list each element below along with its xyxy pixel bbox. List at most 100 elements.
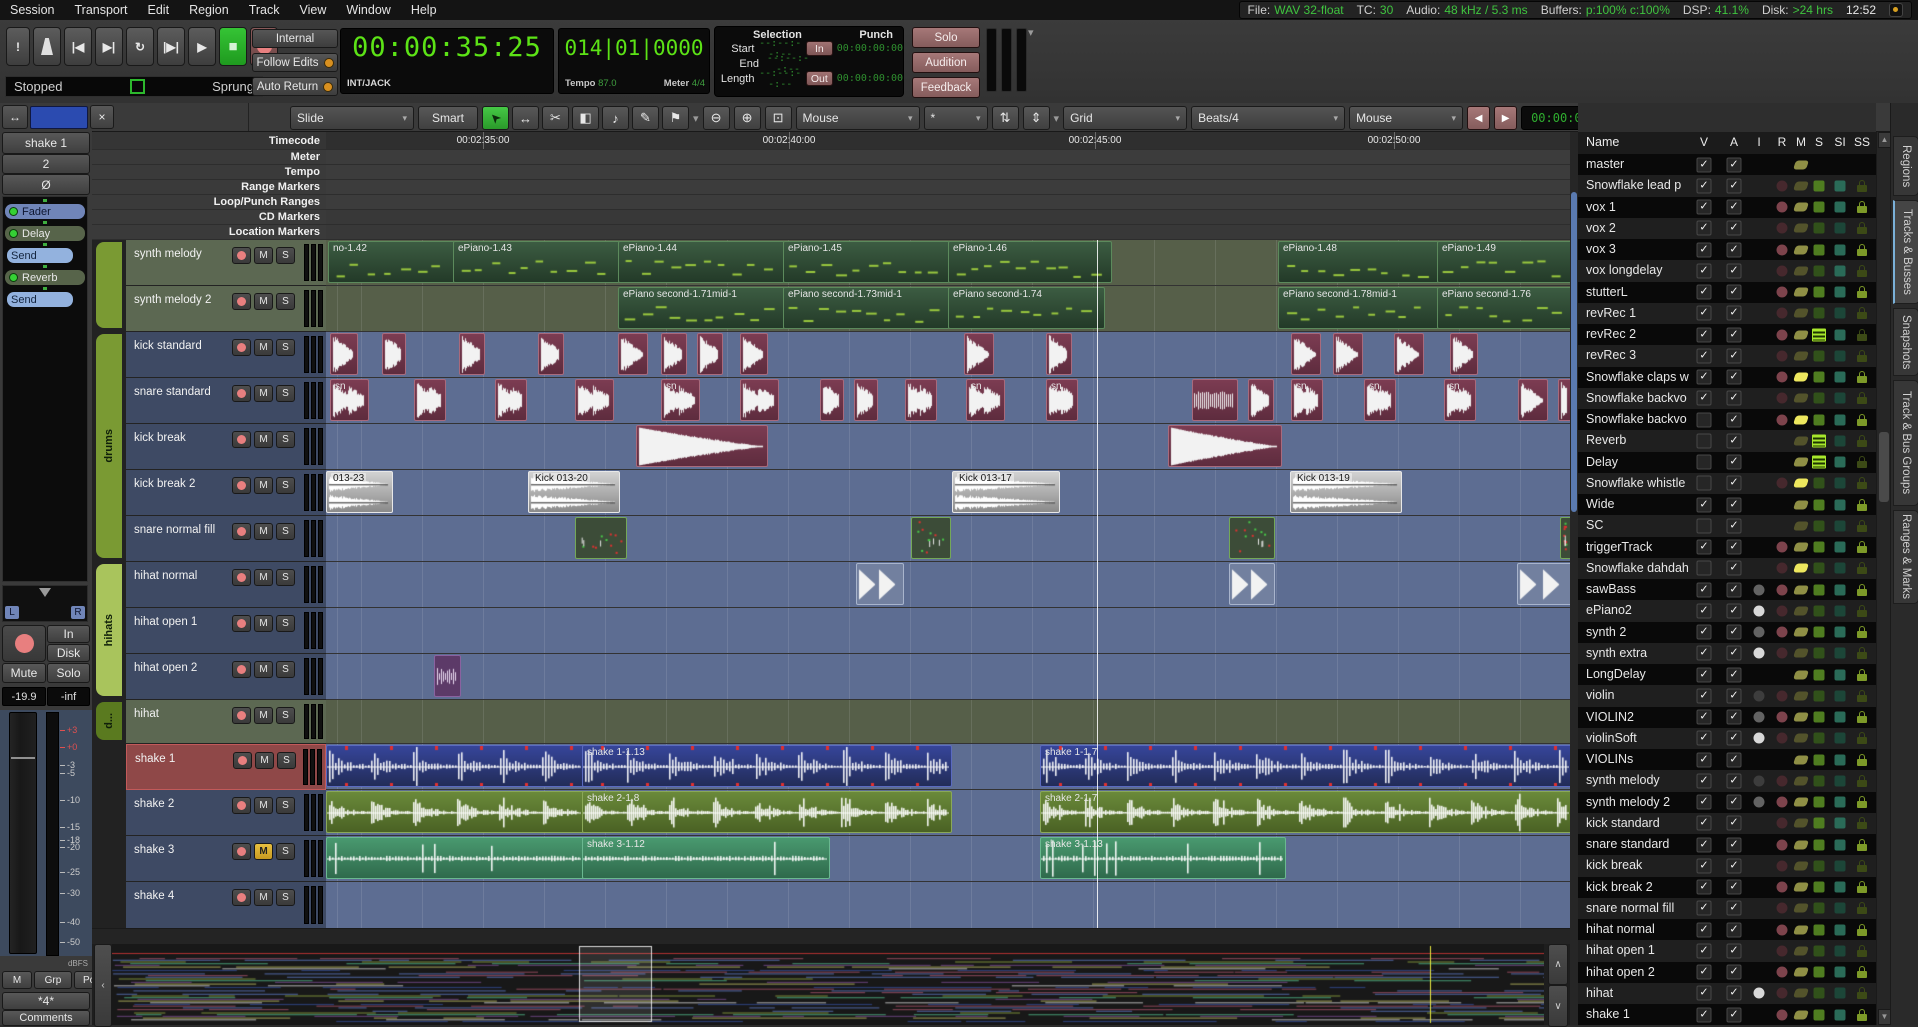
visible-cell[interactable] (1697, 518, 1712, 533)
active-cell[interactable]: ✓ (1727, 497, 1742, 512)
mute-cell[interactable] (1795, 224, 1808, 233)
track-lane-shake-4[interactable] (326, 882, 1570, 928)
region[interactable]: ePiano-1.44 (618, 241, 785, 283)
active-cell[interactable]: ✓ (1727, 242, 1742, 257)
ruler-lane-meter[interactable] (326, 150, 1570, 165)
region[interactable] (495, 379, 527, 421)
visible-cell[interactable]: ✓ (1697, 816, 1712, 831)
region[interactable] (1560, 517, 1570, 559)
ruler-lane-loop-punch-ranges[interactable] (326, 195, 1570, 210)
active-cell[interactable]: ✓ (1727, 348, 1742, 363)
solo-cell[interactable] (1814, 797, 1825, 808)
region[interactable] (740, 379, 779, 421)
region[interactable]: ePiano second-1.76 (1437, 287, 1570, 329)
track-header-kick-break-2[interactable]: kick break 2MS (126, 470, 326, 516)
solo-isolate-cell[interactable] (1835, 308, 1846, 319)
active-cell[interactable]: ✓ (1727, 965, 1742, 980)
mute-cell[interactable] (1795, 394, 1808, 403)
track-record-button[interactable] (233, 752, 252, 769)
region[interactable] (740, 333, 768, 375)
solo-cell[interactable] (1814, 648, 1825, 659)
track-list-row-vox-3-4[interactable]: vox 3✓✓ (1578, 239, 1876, 260)
solo-safe-cell[interactable] (1857, 562, 1867, 574)
visible-cell[interactable]: ✓ (1697, 221, 1712, 236)
track-list-row-triggertrack-18[interactable]: triggerTrack✓✓ (1578, 537, 1876, 558)
solo-cell[interactable] (1814, 605, 1825, 616)
grid-mode-dropdown[interactable]: Grid (1063, 106, 1187, 130)
strip-comments-button[interactable]: Comments (2, 1010, 90, 1026)
ruler-name-tempo[interactable]: Tempo (92, 165, 326, 180)
monitor-disk-button[interactable]: Disk (47, 644, 90, 662)
record-cell[interactable] (1777, 223, 1788, 234)
solo-isolate-cell[interactable] (1835, 797, 1846, 808)
mute-cell[interactable] (1795, 564, 1808, 573)
visible-cell[interactable]: ✓ (1697, 178, 1712, 193)
track-record-button[interactable] (232, 339, 251, 356)
region[interactable]: ePiano-1.45 (783, 241, 950, 283)
auto-return-button[interactable]: Auto Return (252, 77, 338, 96)
summary-down-button[interactable]: ∨ (1548, 985, 1568, 1027)
punch-in-time[interactable]: 00:00:00:00 (837, 43, 903, 54)
solo-cell[interactable] (1814, 967, 1825, 978)
group-tab-hihats[interactable]: hihats (96, 564, 122, 696)
mute-cell[interactable] (1795, 628, 1808, 637)
active-cell[interactable]: ✓ (1727, 200, 1742, 215)
solo-cell[interactable] (1814, 839, 1825, 850)
solo-cell[interactable] (1814, 690, 1825, 701)
region[interactable]: no-1.42 (328, 241, 455, 283)
solo-cell[interactable] (1814, 712, 1825, 723)
solo-safe-cell[interactable] (1857, 839, 1867, 851)
solo-safe-cell[interactable] (1857, 414, 1867, 426)
track-list-row-kick-break-33[interactable]: kick break✓✓ (1578, 855, 1876, 876)
solo-cell[interactable] (1814, 478, 1825, 489)
strip-track-name[interactable]: shake 1 (2, 132, 90, 154)
solo-safe-cell[interactable] (1857, 435, 1867, 447)
region[interactable] (856, 563, 904, 605)
record-cell[interactable] (1777, 329, 1788, 340)
ruler-name-meter[interactable]: Meter (92, 150, 326, 165)
region[interactable] (1168, 425, 1282, 467)
solo-cell[interactable] (1814, 244, 1825, 255)
record-cell[interactable] (1777, 287, 1788, 298)
solo-isolate-cell[interactable] (1835, 988, 1846, 999)
region[interactable] (326, 837, 584, 879)
visible-cell[interactable]: ✓ (1697, 901, 1712, 916)
track-solo-button[interactable]: S (276, 889, 295, 906)
solo-cell[interactable] (1814, 393, 1825, 404)
input-cell[interactable] (1754, 775, 1765, 786)
side-tab-snapshots[interactable]: Snapshots (1893, 308, 1918, 376)
solo-safe-cell[interactable] (1857, 307, 1867, 319)
region[interactable] (538, 333, 564, 375)
mute-cell[interactable] (1795, 819, 1808, 828)
solo-safe-cell[interactable] (1857, 626, 1867, 638)
region[interactable] (661, 333, 687, 375)
ruler-name-location-markers[interactable]: Location Markers (92, 225, 326, 240)
track-record-button[interactable] (232, 615, 251, 632)
solo-cell[interactable] (1814, 924, 1825, 935)
track-record-button[interactable] (232, 569, 251, 586)
mute-cell[interactable] (1795, 309, 1808, 318)
solo-safe-cell[interactable] (1857, 966, 1867, 978)
record-cell[interactable] (1777, 180, 1788, 191)
track-list-row-snowflake-lead-p-1[interactable]: Snowflake lead p✓✓ (1578, 175, 1876, 196)
visible-cell[interactable]: ✓ (1697, 263, 1712, 278)
track-lane-hihat-open-1[interactable] (326, 608, 1570, 654)
active-cell[interactable]: ✓ (1727, 306, 1742, 321)
region[interactable] (1333, 333, 1363, 375)
track-list-row-snowflake-dahdah-19[interactable]: Snowflake dahdah✓ (1578, 558, 1876, 579)
visible-cell[interactable]: ✓ (1697, 986, 1712, 1001)
track-mute-button[interactable]: M (254, 339, 273, 356)
mute-cell[interactable] (1795, 755, 1808, 764)
mute-cell[interactable] (1795, 989, 1808, 998)
track-mute-button[interactable]: M (254, 707, 273, 724)
column-header-s[interactable]: S (1815, 135, 1823, 149)
session-summary[interactable]: ‹ ∧ ∨ (92, 944, 1570, 1025)
record-cell[interactable] (1777, 775, 1788, 786)
solo-isolate-cell[interactable] (1835, 882, 1846, 893)
region[interactable] (905, 379, 937, 421)
track-list-row-hihat-normal-36[interactable]: hihat normal✓✓ (1578, 919, 1876, 940)
solo-isolate-cell[interactable] (1835, 244, 1846, 255)
track-header-hihat-open-1[interactable]: hihat open 1MS (126, 608, 326, 654)
visible-cell[interactable]: ✓ (1697, 880, 1712, 895)
snap-target-dropdown[interactable]: Mouse (1349, 106, 1463, 130)
